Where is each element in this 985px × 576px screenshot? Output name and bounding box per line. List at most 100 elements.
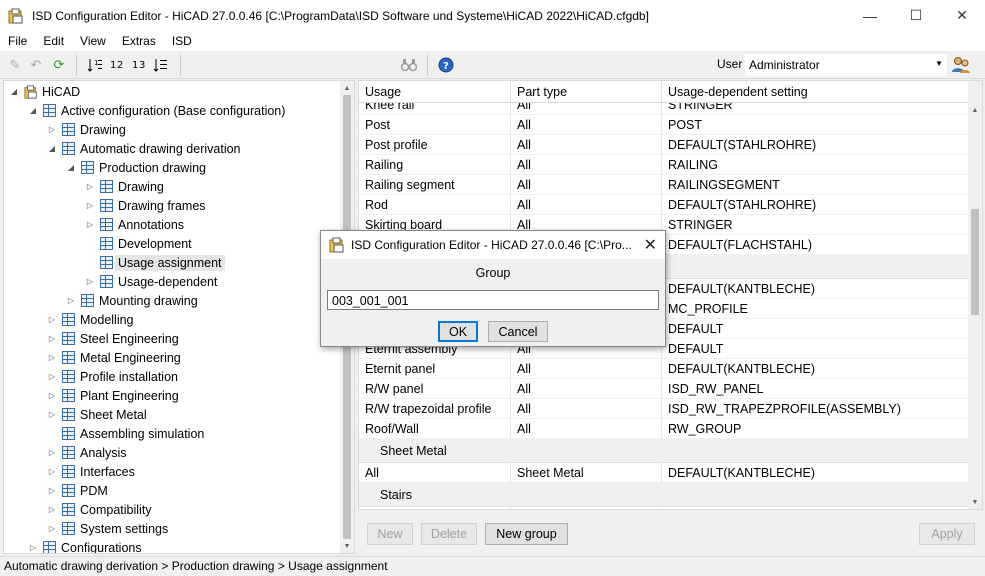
new-button[interactable]: New (367, 523, 413, 545)
sort-all-icon[interactable] (152, 56, 170, 74)
cell-setting[interactable]: RAILINGSEGMENT (662, 175, 970, 195)
cell-part-type[interactable]: All (511, 135, 662, 155)
column-header-usage[interactable]: Usage (359, 81, 511, 103)
expanded-arrow-icon[interactable]: ◢ (8, 87, 20, 96)
tree-item[interactable]: ▷ Compatibility (46, 500, 152, 519)
cell-usage[interactable]: Knee rail (359, 103, 511, 115)
menu-edit[interactable]: Edit (35, 34, 72, 48)
table-row[interactable]: Post profile All DEFAULT(STAHLROHRE) (359, 135, 970, 155)
menu-isd[interactable]: ISD (164, 34, 200, 48)
tree-item[interactable]: ▷ Analysis (46, 443, 127, 462)
tree-item[interactable]: ▷ Configurations (27, 538, 142, 553)
collapsed-arrow-icon[interactable]: ▷ (46, 391, 58, 400)
cell-setting[interactable]: STRINGER (662, 215, 970, 235)
column-header-part-type[interactable]: Part type (511, 81, 662, 103)
sort-level1-icon[interactable]: 1 (86, 56, 104, 74)
cell-usage[interactable]: Roof/Wall (359, 419, 511, 439)
scroll-up-icon[interactable]: ▲ (968, 103, 982, 117)
cell-setting[interactable]: DEFAULT(STAHLROHRE) (662, 135, 970, 155)
tree-item[interactable]: ▷ Mounting drawing (65, 291, 198, 310)
table-row[interactable]: Knee rail All STRINGER (359, 103, 970, 115)
collapsed-arrow-icon[interactable]: ▷ (84, 220, 96, 229)
collapsed-arrow-icon[interactable]: ▷ (65, 296, 77, 305)
maximize-button[interactable]: ☐ (893, 0, 939, 31)
table-row[interactable]: Railing segment All RAILINGSEGMENT (359, 175, 970, 195)
collapsed-arrow-icon[interactable]: ▷ (46, 372, 58, 381)
cell-usage[interactable]: Railing segment (359, 175, 511, 195)
refresh-icon[interactable]: ⟳ (50, 56, 68, 74)
cell-setting[interactable]: DEFAULT(KANTBLECHE) (662, 359, 970, 379)
sort-level2-icon[interactable]: 12 (108, 56, 126, 74)
tree-item[interactable]: ▷ Drawing (84, 177, 164, 196)
group-name-input[interactable] (327, 290, 659, 310)
sort-level3-icon[interactable]: 13 (130, 56, 148, 74)
cell-usage[interactable]: Rod (359, 195, 511, 215)
cell-usage[interactable]: Eternit panel (359, 359, 511, 379)
cell-setting[interactable]: RW_GROUP (662, 419, 970, 439)
undo-icon[interactable]: ↶ (27, 56, 45, 74)
table-row[interactable]: Eternit panel All DEFAULT(KANTBLECHE) (359, 359, 970, 379)
expanded-arrow-icon[interactable]: ◢ (65, 163, 77, 172)
user-select[interactable]: Administrator ▼ (745, 54, 947, 76)
tree-item[interactable]: ◢ Active configuration (Base configuratio… (27, 101, 286, 120)
new-group-button[interactable]: New group (485, 523, 568, 545)
collapsed-arrow-icon[interactable]: ▷ (84, 201, 96, 210)
cell-part-type[interactable]: All (511, 103, 662, 115)
table-row[interactable]: R/W panel All ISD_RW_PANEL (359, 379, 970, 399)
table-row[interactable] (359, 507, 970, 509)
menu-extras[interactable]: Extras (114, 34, 164, 48)
collapsed-arrow-icon[interactable]: ▷ (84, 182, 96, 191)
close-button[interactable]: ✕ (939, 0, 985, 31)
collapsed-arrow-icon[interactable]: ▷ (46, 448, 58, 457)
cell-setting[interactable]: DEFAULT (662, 319, 970, 339)
cell-part-type[interactable]: All (511, 155, 662, 175)
tree-item[interactable]: ▷ Plant Engineering (46, 386, 179, 405)
grid-scroll-thumb[interactable] (971, 209, 979, 315)
cell-setting[interactable]: STRINGER (662, 103, 970, 115)
tree-item[interactable]: ▷ Profile installation (46, 367, 178, 386)
grid-scrollbar[interactable]: ▲ ▼ (968, 81, 982, 509)
tree-item[interactable]: ▷ Steel Engineering (46, 329, 179, 348)
cell-setting[interactable]: DEFAULT(KANTBLECHE) (662, 463, 970, 483)
collapsed-arrow-icon[interactable]: ▷ (46, 410, 58, 419)
cell-part-type[interactable]: All (511, 115, 662, 135)
cell-part-type[interactable]: All (511, 419, 662, 439)
collapsed-arrow-icon[interactable]: ▷ (46, 353, 58, 362)
collapsed-arrow-icon[interactable]: ▷ (46, 486, 58, 495)
collapsed-arrow-icon[interactable]: ▷ (27, 543, 39, 552)
cell-setting[interactable]: DEFAULT(FLACHSTAHL) (662, 235, 970, 255)
cell-setting[interactable]: POST (662, 115, 970, 135)
tree-item[interactable]: Assembling simulation (46, 424, 204, 443)
collapsed-arrow-icon[interactable]: ▷ (46, 505, 58, 514)
tree-item[interactable]: Usage assignment (84, 253, 225, 272)
config-tree[interactable]: ◢ HiCAD ◢ Active configuration (Base config… (3, 80, 355, 554)
cell-setting[interactable]: MC_PROFILE (662, 299, 970, 319)
cell-setting[interactable]: ISD_RW_TRAPEZPROFILE(ASSEMBLY) (662, 399, 970, 419)
tree-item[interactable]: ◢ Automatic drawing derivation (46, 139, 241, 158)
tree-item[interactable]: ▷ Metal Engineering (46, 348, 181, 367)
group-row[interactable]: Stairs (359, 483, 970, 507)
help-icon[interactable]: ? (437, 56, 455, 74)
tree-item[interactable]: ▷ Usage-dependent (84, 272, 217, 291)
cell-setting[interactable]: DEFAULT (662, 339, 970, 359)
tree-item[interactable]: ▷ Interfaces (46, 462, 135, 481)
cell-part-type[interactable]: All (511, 195, 662, 215)
table-row[interactable]: All Sheet Metal DEFAULT(KANTBLECHE) (359, 463, 970, 483)
minimize-button[interactable]: — (847, 0, 893, 31)
ok-button[interactable]: OK (438, 321, 478, 342)
table-row[interactable]: R/W trapezoidal profile All ISD_RW_TRAPEZP… (359, 399, 970, 419)
scroll-up-icon[interactable]: ▲ (340, 81, 354, 95)
tree-item[interactable]: ◢ HiCAD (8, 82, 80, 101)
cell-usage[interactable]: R/W panel (359, 379, 511, 399)
cancel-button[interactable]: Cancel (488, 321, 548, 342)
menu-view[interactable]: View (72, 34, 114, 48)
tree-item[interactable]: Development (84, 234, 192, 253)
cell-part-type[interactable]: All (511, 359, 662, 379)
binoculars-icon[interactable] (400, 56, 418, 74)
expanded-arrow-icon[interactable]: ◢ (27, 106, 39, 115)
cell-part-type[interactable]: All (511, 175, 662, 195)
cell-setting[interactable]: RAILING (662, 155, 970, 175)
tree-item[interactable]: ▷ Modelling (46, 310, 134, 329)
users-icon[interactable] (951, 55, 971, 75)
apply-button[interactable]: Apply (919, 523, 975, 545)
